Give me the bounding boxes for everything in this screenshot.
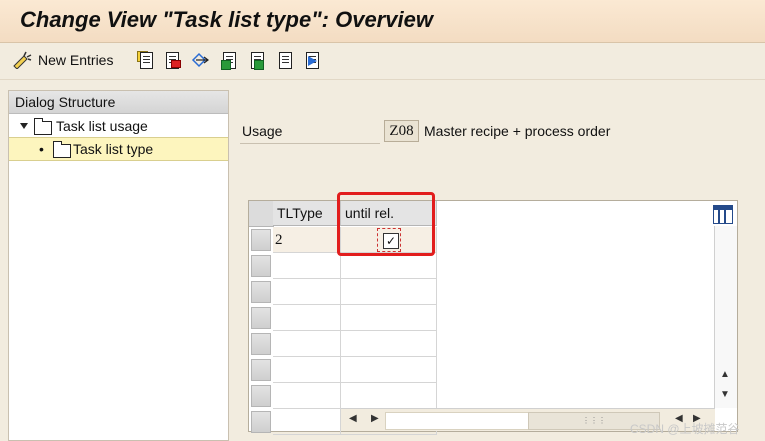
select-all-icon: [220, 51, 238, 70]
application-toolbar: New Entries: [0, 43, 765, 80]
cell-tltype[interactable]: 2: [273, 227, 341, 253]
cell-tltype[interactable]: [273, 357, 341, 383]
tree-item-task-list-type[interactable]: • Task list type: [9, 137, 228, 161]
cell-until-rel: [341, 253, 437, 279]
new-entries-button[interactable]: New Entries: [12, 50, 113, 70]
scroll-down-icon[interactable]: ▼: [720, 389, 730, 400]
row-selector[interactable]: [251, 307, 271, 329]
page-title: Change View "Task list type": Overview: [20, 7, 433, 32]
cell-tltype[interactable]: [273, 383, 341, 409]
tree-item-label: Task list usage: [56, 118, 148, 134]
cell-tltype[interactable]: [273, 331, 341, 357]
cell-until-rel: [341, 305, 437, 331]
cell-tltype[interactable]: [273, 279, 341, 305]
row-selector[interactable]: [251, 411, 271, 433]
cell-tltype[interactable]: [273, 305, 341, 331]
deselect-all-icon: [276, 51, 294, 69]
watermark: CSDN @上坡摊范谷: [630, 422, 740, 436]
bullet-icon: •: [39, 141, 44, 157]
undo-change-button[interactable]: [190, 50, 209, 70]
new-entries-icon: [12, 51, 32, 70]
cell-until-rel: [341, 357, 437, 383]
dialog-structure-header: Dialog Structure: [9, 91, 228, 114]
cell-tltype[interactable]: [273, 253, 341, 279]
cell-until-rel: [341, 279, 437, 305]
scroll-up-icon[interactable]: ▲: [720, 369, 730, 380]
deselect-all-button[interactable]: [276, 50, 294, 70]
tree-item-task-list-usage[interactable]: Task list usage: [9, 115, 228, 137]
scroll-left-icon[interactable]: ◀: [349, 413, 357, 424]
highlight-annotation-box: [337, 192, 435, 256]
row-selector[interactable]: [251, 385, 271, 407]
folder-icon: [34, 118, 52, 135]
column-header-tltype[interactable]: TLType: [273, 201, 341, 226]
scroll-right-icon[interactable]: ▶: [371, 413, 379, 424]
usage-description: Master recipe + process order: [424, 123, 611, 139]
scroll-track[interactable]: [385, 412, 530, 430]
usage-label: Usage: [242, 123, 283, 139]
choose-button[interactable]: [303, 50, 321, 70]
select-all-rows-button[interactable]: [249, 201, 274, 227]
cell-until-rel: [341, 383, 437, 409]
delete-icon: [163, 51, 181, 69]
cell-until-rel: [341, 331, 437, 357]
table-settings-icon[interactable]: [713, 205, 733, 224]
copy-as-button[interactable]: [137, 50, 155, 70]
row-selector[interactable]: [251, 255, 271, 277]
row-selector[interactable]: [251, 333, 271, 355]
title-bar: Change View "Task list type": Overview: [0, 0, 765, 43]
dialog-structure-panel: Dialog Structure Task list usage • Task …: [8, 90, 229, 441]
copy-as-icon: [137, 51, 155, 69]
select-block-button[interactable]: [248, 50, 266, 70]
select-block-icon: [248, 51, 266, 70]
open-folder-icon: [53, 141, 71, 158]
select-all-button[interactable]: [220, 50, 238, 70]
row-selector[interactable]: [251, 229, 271, 251]
delete-button[interactable]: [163, 50, 181, 70]
row-selector[interactable]: [251, 281, 271, 303]
table-control: TLType until rel. 2 ✓ ▲ ▼ ◀ ▶ ⋮⋮⋮ ◀ ▶: [248, 200, 738, 435]
vertical-scrollbar[interactable]: ▲ ▼: [714, 226, 737, 408]
expand-arrow-icon[interactable]: [20, 123, 28, 129]
undo-change-icon: [190, 51, 209, 69]
new-entries-label: New Entries: [38, 52, 114, 68]
choose-icon: [303, 51, 321, 69]
cell-tltype[interactable]: [273, 409, 341, 435]
row-selector[interactable]: [251, 359, 271, 381]
usage-value-field: Z08: [384, 120, 419, 142]
usage-label-underline: [240, 143, 380, 144]
tree-item-label: Task list type: [73, 141, 154, 157]
